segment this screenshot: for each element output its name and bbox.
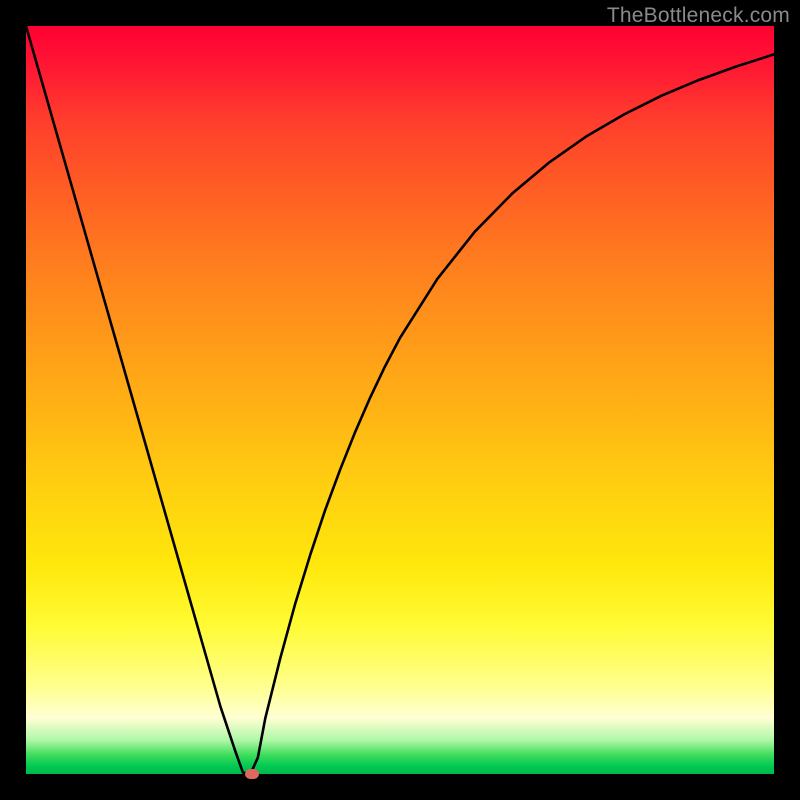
watermark-text: TheBottleneck.com bbox=[607, 4, 790, 28]
minimum-marker bbox=[245, 769, 259, 779]
curve-svg bbox=[26, 26, 774, 774]
bottleneck-curve bbox=[26, 26, 774, 774]
plot-area bbox=[26, 26, 774, 774]
chart-frame: TheBottleneck.com bbox=[0, 0, 800, 800]
